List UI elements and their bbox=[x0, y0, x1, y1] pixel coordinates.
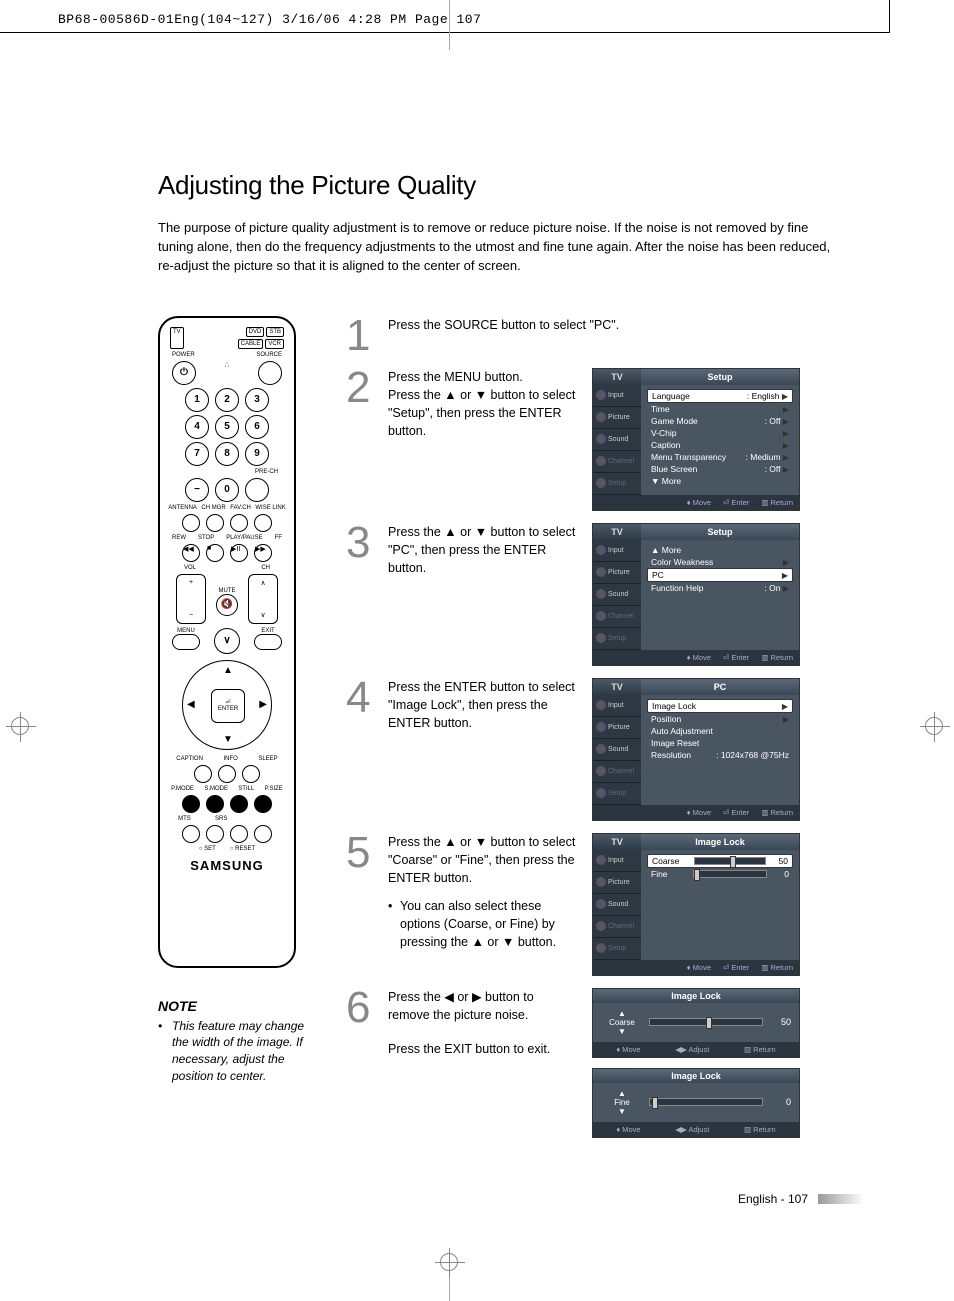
osd-coarse-slider: Image Lock ▲Coarse▼ 50 ♦ Move◀▶ Adjust▥ … bbox=[592, 988, 800, 1058]
step-4: 4 Press the ENTER button to select "Imag… bbox=[346, 678, 834, 821]
num-1: 1 bbox=[185, 388, 209, 412]
print-header: BP68-00586D-01Eng(104~127) 3/16/06 4:28 … bbox=[58, 12, 481, 27]
num-7: 7 bbox=[185, 442, 209, 466]
step-5: 5 Press the ▲ or ▼ button to select "Coa… bbox=[346, 833, 834, 976]
osd-image-lock: TVImage Lock Input Picture Sound Channel… bbox=[592, 833, 800, 976]
brand-logo: SAMSUNG bbox=[166, 858, 288, 873]
intro-paragraph: The purpose of picture quality adjustmen… bbox=[158, 219, 834, 276]
mode-dvd: DVD bbox=[246, 327, 265, 337]
dash-button: − bbox=[185, 478, 209, 502]
num-0: 0 bbox=[215, 478, 239, 502]
pre-ch-button bbox=[245, 478, 269, 502]
step-6: 6 Press the ◀ or ▶ button to remove the … bbox=[346, 988, 834, 1138]
pre-ch-label: PRE-CH bbox=[255, 469, 278, 475]
play-button: ▶II bbox=[230, 544, 248, 562]
note-body: This feature may change the width of the… bbox=[158, 1018, 318, 1085]
ch-rocker: ∧∨ bbox=[248, 574, 278, 624]
header-tick bbox=[889, 0, 890, 33]
num-8: 8 bbox=[215, 442, 239, 466]
osd-setup-2: TVSetup Input Picture Sound Channel Setu… bbox=[592, 523, 800, 666]
down-ch-button: ∨ bbox=[214, 628, 240, 654]
cropmark-right bbox=[914, 717, 954, 735]
stop-button: ■ bbox=[206, 544, 224, 562]
step-3: 3 Press the ▲ or ▼ button to select "PC"… bbox=[346, 523, 834, 666]
exit-button bbox=[254, 634, 282, 650]
step-1: 1 Press the SOURCE button to select "PC"… bbox=[346, 316, 834, 356]
mode-tv: TV bbox=[170, 327, 184, 349]
osd-pc: TVPC Input Picture Sound Channel Setup I… bbox=[592, 678, 800, 821]
num-4: 4 bbox=[185, 415, 209, 439]
num-9: 9 bbox=[245, 442, 269, 466]
step-2: 2 Press the MENU button. Press the ▲ or … bbox=[346, 368, 834, 511]
cropmark-bottom bbox=[440, 1253, 458, 1271]
source-label: SOURCE bbox=[256, 352, 282, 358]
header-rule bbox=[0, 32, 890, 33]
osd-fine-slider: Image Lock ▲Fine▼ 0 ♦ Move◀▶ Adjust▥ Ret… bbox=[592, 1068, 800, 1138]
num-2: 2 bbox=[215, 388, 239, 412]
source-button bbox=[258, 361, 282, 385]
power-label: POWER bbox=[172, 352, 195, 358]
vol-rocker: +− bbox=[176, 574, 206, 624]
osd-setup-1: TVSetup Input Picture Sound Channel Setu… bbox=[592, 368, 800, 511]
dpad: ▲ ▼ ◀ ▶ ⏎ENTER bbox=[182, 660, 272, 750]
num-3: 3 bbox=[245, 388, 269, 412]
ff-button: ▶▶ bbox=[254, 544, 272, 562]
remote-control-diagram: TV DVD STB CABLE VCR POWER SOURC bbox=[158, 316, 296, 968]
power-button: ⏻ bbox=[172, 361, 196, 385]
page-footer: English - 107 bbox=[738, 1192, 864, 1206]
cropmark-top bbox=[449, 0, 450, 50]
menu-button bbox=[172, 634, 200, 650]
mode-stb: STB bbox=[266, 327, 284, 337]
cropmark-left bbox=[0, 717, 40, 735]
rew-button: ◀◀ bbox=[182, 544, 200, 562]
mode-vcr: VCR bbox=[265, 339, 284, 349]
page-title: Adjusting the Picture Quality bbox=[158, 170, 834, 201]
note-title: NOTE bbox=[158, 998, 318, 1014]
num-6: 6 bbox=[245, 415, 269, 439]
num-5: 5 bbox=[215, 415, 239, 439]
mute-button: 🔇 bbox=[216, 594, 238, 616]
enter-button: ⏎ENTER bbox=[211, 689, 245, 723]
mode-cable: CABLE bbox=[238, 339, 264, 349]
